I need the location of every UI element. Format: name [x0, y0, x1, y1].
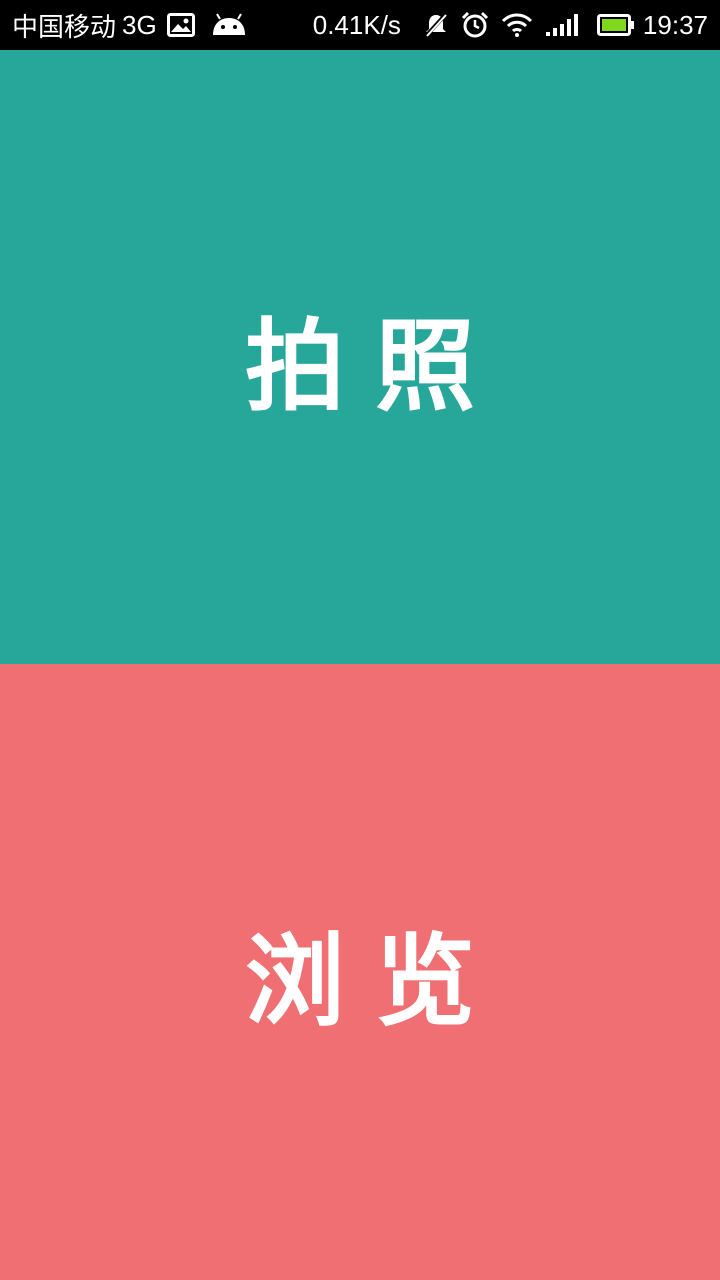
- status-bar-left: 中国移动 3G: [12, 7, 247, 44]
- browse-button[interactable]: 浏览: [0, 664, 720, 1280]
- take-photo-button[interactable]: 拍照: [0, 50, 720, 664]
- carrier-label: 中国移动: [12, 11, 117, 42]
- wifi-icon: [501, 13, 533, 37]
- alarm-icon: [461, 11, 489, 39]
- network-speed-label: 0.41K/s: [312, 9, 401, 40]
- network-type-label: 3G: [122, 9, 157, 40]
- status-bar: 中国移动 3G 0.41K/s 19:37: [0, 0, 720, 50]
- battery-icon: [596, 13, 635, 37]
- signal-icon: [545, 13, 579, 37]
- image-icon: [166, 13, 195, 37]
- status-bar-right: 0.41K/s 19:37: [313, 10, 708, 41]
- take-photo-label: 拍照: [245, 307, 505, 425]
- android-icon: [211, 13, 247, 37]
- browse-label: 浏览: [245, 922, 505, 1040]
- clock-label: 19:37: [642, 9, 708, 40]
- mute-icon: [423, 12, 449, 38]
